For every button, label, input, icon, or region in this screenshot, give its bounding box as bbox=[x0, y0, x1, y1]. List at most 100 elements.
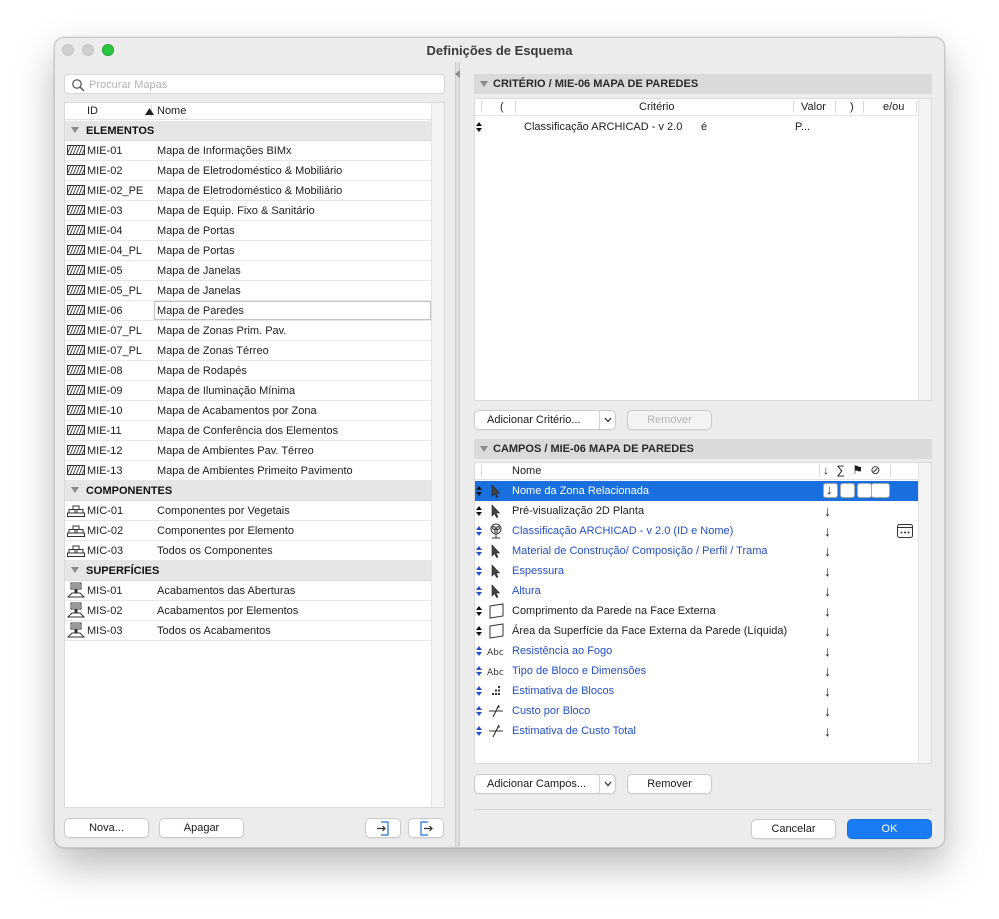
search-input[interactable] bbox=[89, 77, 429, 92]
list-item[interactable]: MIE-03 Mapa de Equip. Fixo & Sanitário bbox=[65, 201, 433, 221]
list-item[interactable]: MIE-01 Mapa de Informações BIMx bbox=[65, 141, 433, 161]
add-fields-dropdown[interactable] bbox=[599, 775, 615, 793]
list-item[interactable]: MIE-13 Mapa de Ambientes Primeito Pavimen… bbox=[65, 461, 433, 481]
list-item[interactable]: MIE-02_PE Mapa de Eletrodoméstico & Mobil… bbox=[65, 181, 433, 201]
sort-arrow-icon[interactable]: ↓ bbox=[824, 523, 831, 539]
disclosure-triangle-icon[interactable] bbox=[71, 487, 79, 493]
reorder-handle-icon[interactable] bbox=[475, 685, 483, 697]
hide-checkbox[interactable] bbox=[871, 483, 890, 498]
criteria-section-header[interactable]: CRITÉRIO / MIE-06 MAPA DE PAREDES bbox=[474, 74, 932, 94]
field-row[interactable]: Abc Resistência ao Fogo ↓ bbox=[475, 641, 918, 661]
reorder-handle-icon[interactable] bbox=[475, 585, 483, 597]
sort-arrow-icon[interactable]: ↓ bbox=[824, 543, 831, 559]
criteria-value[interactable]: P... bbox=[795, 121, 810, 133]
field-row[interactable]: Material de Construção/ Composição / Per… bbox=[475, 541, 918, 561]
list-item[interactable]: MIE-05_PL Mapa de Janelas bbox=[65, 281, 433, 301]
search-field[interactable] bbox=[64, 74, 445, 94]
disclosure-triangle-icon[interactable] bbox=[71, 127, 79, 133]
list-item[interactable]: MIE-02 Mapa de Eletrodoméstico & Mobiliár… bbox=[65, 161, 433, 181]
sort-arrow-icon[interactable]: ↓ bbox=[824, 503, 831, 519]
cancel-button[interactable]: Cancelar bbox=[751, 819, 836, 839]
list-item[interactable]: MIC-03 Todos os Componentes bbox=[65, 541, 433, 561]
collapse-arrow-icon[interactable] bbox=[455, 70, 460, 78]
export-button[interactable] bbox=[408, 818, 444, 838]
list-item[interactable]: MIE-05 Mapa de Janelas bbox=[65, 261, 433, 281]
list-item[interactable]: MIS-01 Acabamentos das Aberturas bbox=[65, 581, 433, 601]
reorder-handle-icon[interactable] bbox=[475, 565, 483, 577]
sort-arrow-icon[interactable]: ↓ bbox=[824, 623, 831, 639]
list-item[interactable]: MIE-09 Mapa de Iluminação Mínima bbox=[65, 381, 433, 401]
sort-arrow-icon[interactable]: ↓ bbox=[824, 583, 831, 599]
more-options-icon[interactable] bbox=[897, 524, 913, 538]
reorder-handle-icon[interactable] bbox=[475, 725, 483, 737]
field-row[interactable]: Custo por Bloco ↓ bbox=[475, 701, 918, 721]
sort-arrow-icon[interactable]: ↓ bbox=[824, 723, 831, 739]
field-row[interactable]: Pré-visualização 2D Planta ↓ bbox=[475, 501, 918, 521]
reorder-handle-icon[interactable] bbox=[475, 121, 483, 133]
list-item[interactable]: MIE-10 Mapa de Acabamentos por Zona bbox=[65, 401, 433, 421]
field-row[interactable]: Nome da Zona Relacionada ↓ bbox=[475, 481, 918, 501]
group-header-superfícies[interactable]: SUPERFÍCIES bbox=[65, 561, 433, 581]
reorder-handle-icon[interactable] bbox=[475, 625, 483, 637]
new-schedule-button[interactable]: Nova... bbox=[64, 818, 149, 838]
group-header-elementos[interactable]: ELEMENTOS bbox=[65, 121, 433, 141]
field-row[interactable]: Comprimento da Parede na Face Externa ↓ bbox=[475, 601, 918, 621]
reorder-handle-icon[interactable] bbox=[475, 485, 483, 497]
reorder-handle-icon[interactable] bbox=[475, 545, 483, 557]
remove-field-button[interactable]: Remover bbox=[627, 774, 712, 794]
sort-arrow-icon[interactable]: ↓ bbox=[824, 703, 831, 719]
list-item[interactable]: MIS-03 Todos os Acabamentos bbox=[65, 621, 433, 641]
list-item[interactable]: MIE-07_PL Mapa de Zonas Térreo bbox=[65, 341, 433, 361]
panel-splitter[interactable] bbox=[455, 62, 460, 847]
list-item[interactable]: MIS-02 Acabamentos por Elementos bbox=[65, 601, 433, 621]
criteria-criterion[interactable]: Classificação ARCHICAD - v 2.0 bbox=[524, 121, 682, 133]
field-row[interactable]: Classificação ARCHICAD - v 2.0 (ID e Nom… bbox=[475, 521, 918, 541]
ok-button[interactable]: OK bbox=[847, 819, 932, 839]
criteria-operator[interactable]: é bbox=[701, 121, 707, 133]
sort-arrow-icon[interactable]: ↓ bbox=[824, 563, 831, 579]
list-item[interactable]: MIE-07_PL Mapa de Zonas Prim. Pav. bbox=[65, 321, 433, 341]
import-button[interactable] bbox=[365, 818, 401, 838]
list-item[interactable]: MIC-01 Componentes por Vegetais bbox=[65, 501, 433, 521]
add-fields-button[interactable]: Adicionar Campos... bbox=[474, 774, 616, 794]
sort-arrow-icon[interactable]: ↓ bbox=[824, 603, 831, 619]
reorder-handle-icon[interactable] bbox=[475, 665, 483, 677]
criteria-scrollbar[interactable] bbox=[918, 99, 931, 400]
reorder-handle-icon[interactable] bbox=[475, 605, 483, 617]
field-row[interactable]: Abc Tipo de Bloco e Dimensões ↓ bbox=[475, 661, 918, 681]
add-criterion-dropdown[interactable] bbox=[599, 411, 615, 429]
criteria-row[interactable]: Classificação ARCHICAD - v 2.0 é P... bbox=[475, 117, 918, 137]
list-item[interactable]: MIE-08 Mapa de Rodapés bbox=[65, 361, 433, 381]
fields-scrollbar[interactable] bbox=[918, 463, 931, 763]
add-criterion-button[interactable]: Adicionar Critério... bbox=[474, 410, 616, 430]
reorder-handle-icon[interactable] bbox=[475, 525, 483, 537]
field-row[interactable]: Estimativa de Blocos ↓ bbox=[475, 681, 918, 701]
list-item[interactable]: MIE-11 Mapa de Conferência dos Elementos bbox=[65, 421, 433, 441]
fields-section-header[interactable]: CAMPOS / MIE-06 MAPA DE PAREDES bbox=[474, 439, 932, 459]
reorder-handle-icon[interactable] bbox=[475, 645, 483, 657]
field-row[interactable]: Estimativa de Custo Total ↓ bbox=[475, 721, 918, 741]
list-item[interactable]: MIE-12 Mapa de Ambientes Pav. Térreo bbox=[65, 441, 433, 461]
column-header-id[interactable]: ID bbox=[87, 105, 98, 117]
list-scrollbar[interactable] bbox=[431, 103, 444, 807]
list-item[interactable]: MIC-02 Componentes por Elemento bbox=[65, 521, 433, 541]
list-item[interactable]: MIE-04 Mapa de Portas bbox=[65, 221, 433, 241]
field-row[interactable]: Espessura ↓ bbox=[475, 561, 918, 581]
sort-arrow-icon[interactable]: ↓ bbox=[824, 663, 831, 679]
delete-schedule-button[interactable]: Apagar bbox=[159, 818, 244, 838]
field-row[interactable]: Altura ↓ bbox=[475, 581, 918, 601]
sort-checkbox[interactable]: ↓ bbox=[823, 482, 838, 498]
list-item[interactable]: MIE-06 Mapa de Paredes bbox=[65, 301, 433, 321]
flag-checkbox[interactable] bbox=[857, 483, 872, 498]
sort-arrow-icon[interactable]: ↓ bbox=[824, 683, 831, 699]
sum-checkbox[interactable] bbox=[840, 483, 855, 498]
remove-criterion-button[interactable]: Remover bbox=[627, 410, 712, 430]
group-header-componentes[interactable]: COMPONENTES bbox=[65, 481, 433, 501]
field-row[interactable]: Área da Superfície da Face Externa da Pa… bbox=[475, 621, 918, 641]
list-item[interactable]: MIE-04_PL Mapa de Portas bbox=[65, 241, 433, 261]
reorder-handle-icon[interactable] bbox=[475, 505, 483, 517]
column-header-name[interactable]: Nome bbox=[157, 105, 186, 117]
sort-arrow-icon[interactable]: ↓ bbox=[824, 643, 831, 659]
reorder-handle-icon[interactable] bbox=[475, 705, 483, 717]
disclosure-triangle-icon[interactable] bbox=[71, 567, 79, 573]
